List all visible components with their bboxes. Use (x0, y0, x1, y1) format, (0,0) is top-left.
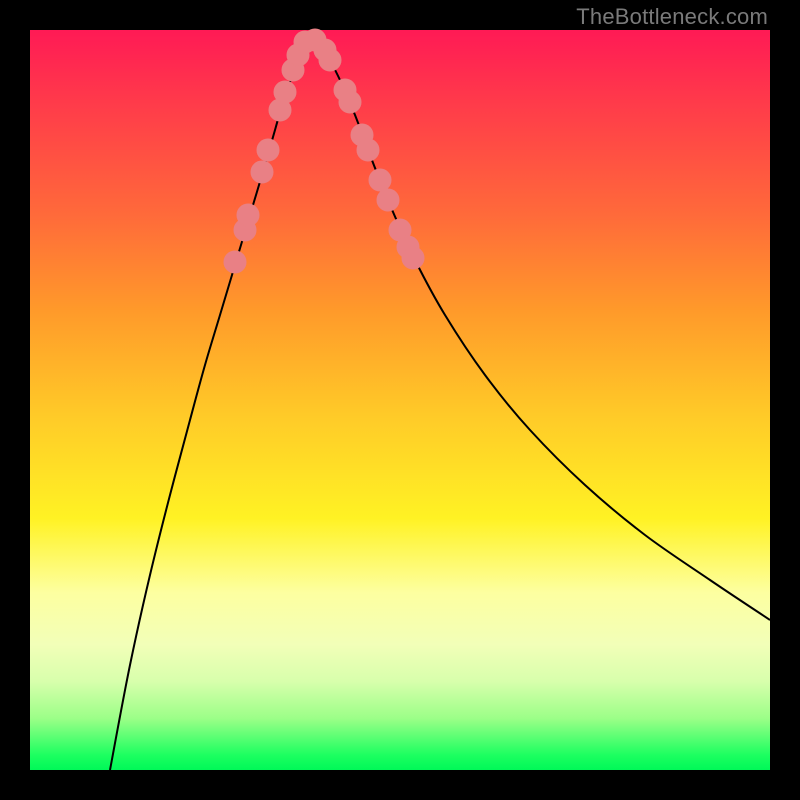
chart-frame: TheBottleneck.com (0, 0, 800, 800)
curve-group (110, 35, 770, 770)
data-marker (402, 247, 424, 269)
data-marker (377, 189, 399, 211)
plot-area (30, 30, 770, 770)
data-marker (339, 91, 361, 113)
data-marker (224, 251, 246, 273)
data-marker (274, 81, 296, 103)
data-marker (319, 49, 341, 71)
chart-svg (30, 30, 770, 770)
watermark-text: TheBottleneck.com (576, 4, 768, 30)
data-marker (257, 139, 279, 161)
data-marker (251, 161, 273, 183)
curve-left-branch (110, 35, 310, 770)
data-marker (369, 169, 391, 191)
data-marker (357, 139, 379, 161)
marker-group (224, 29, 424, 273)
data-marker (237, 204, 259, 226)
curve-right-branch (310, 35, 770, 620)
